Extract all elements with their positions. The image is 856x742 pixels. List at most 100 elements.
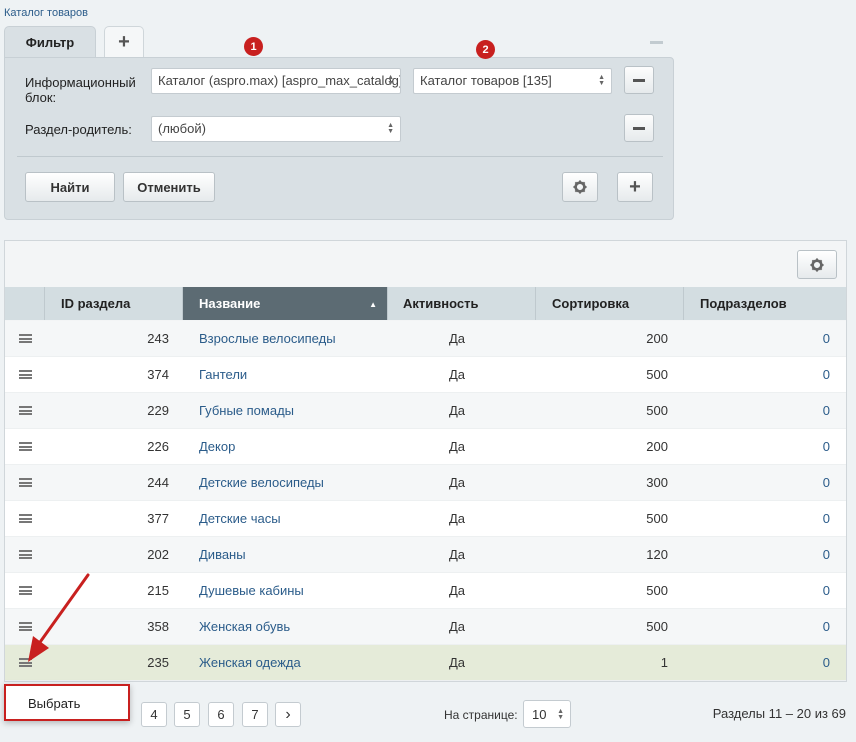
cell-id: 229 bbox=[147, 403, 169, 418]
cell-sort: 1 bbox=[660, 655, 668, 670]
cell-name-link[interactable]: Гантели bbox=[183, 357, 388, 393]
cell-name-link[interactable]: Душевые кабины bbox=[183, 573, 388, 609]
cell-name-link[interactable]: Декор bbox=[183, 429, 388, 465]
cell-active: Да bbox=[448, 439, 466, 454]
find-button[interactable]: Найти bbox=[25, 172, 115, 202]
row-menu-button[interactable] bbox=[5, 321, 45, 357]
hamburger-icon bbox=[18, 370, 32, 379]
cell-subsections-link[interactable]: 0 bbox=[684, 609, 846, 645]
cell-name-link[interactable]: Женская обувь bbox=[183, 609, 388, 645]
row-menu-button[interactable] bbox=[5, 393, 45, 429]
remove-field-button[interactable] bbox=[624, 66, 654, 94]
minus-icon bbox=[633, 126, 645, 130]
column-header-subsections[interactable]: Подразделов bbox=[684, 287, 846, 320]
table-row[interactable]: 226 Декор Да 200 0 bbox=[5, 429, 846, 465]
hamburger-icon bbox=[18, 622, 32, 631]
hamburger-icon bbox=[18, 586, 32, 595]
select-caret-icon: ▲ ▼ bbox=[387, 74, 394, 87]
table-row[interactable]: 229 Губные помады Да 500 0 bbox=[5, 393, 846, 429]
cell-subsections-link[interactable]: 0 bbox=[684, 645, 846, 681]
cell-id: 226 bbox=[147, 439, 169, 454]
cell-subsections-link[interactable]: 0 bbox=[684, 321, 846, 357]
add-field-button[interactable]: + bbox=[617, 172, 653, 202]
page-button[interactable]: 5 bbox=[174, 702, 200, 727]
page-button[interactable]: 7 bbox=[242, 702, 268, 727]
table-row[interactable]: 235 Женская одежда Да 1 0 bbox=[5, 645, 846, 681]
parent-section-select[interactable]: (любой) ▲ ▼ bbox=[151, 116, 401, 142]
table-row[interactable]: 244 Детские велосипеды Да 300 0 bbox=[5, 465, 846, 501]
cell-subsections-link[interactable]: 0 bbox=[684, 429, 846, 465]
column-header-name-label: Название bbox=[199, 296, 261, 311]
page-button[interactable]: 6 bbox=[208, 702, 234, 727]
cell-name-link[interactable]: Женская одежда bbox=[183, 645, 388, 681]
tab-filter[interactable]: Фильтр bbox=[4, 26, 96, 58]
column-header-active[interactable]: Активность bbox=[388, 287, 536, 320]
sort-asc-icon: ▲ bbox=[369, 300, 377, 309]
per-page-select[interactable]: 10 ▲ ▼ bbox=[523, 700, 571, 728]
remove-field-button[interactable] bbox=[624, 114, 654, 142]
breadcrumb[interactable]: Каталог товаров bbox=[4, 7, 88, 19]
select-caret-icon: ▲ ▼ bbox=[387, 122, 394, 135]
row-menu-button[interactable] bbox=[5, 645, 45, 681]
cell-sort: 500 bbox=[646, 583, 668, 598]
cell-sort: 500 bbox=[646, 511, 668, 526]
table-body: 243 Взрослые велосипеды Да 200 0 374 Гантели Да… bbox=[5, 321, 846, 681]
filter-panel: Информационный блок: Каталог (aspro.max)… bbox=[4, 57, 674, 220]
hamburger-icon bbox=[18, 550, 32, 559]
add-filter-tab-button[interactable]: + bbox=[104, 26, 144, 58]
row-menu-button[interactable] bbox=[5, 465, 45, 501]
row-menu-button[interactable] bbox=[5, 537, 45, 573]
column-header-name[interactable]: Название ▲ bbox=[183, 287, 388, 320]
cell-active: Да bbox=[448, 655, 466, 670]
cell-subsections-link[interactable]: 0 bbox=[684, 465, 846, 501]
table-row[interactable]: 202 Диваны Да 120 0 bbox=[5, 537, 846, 573]
cell-active: Да bbox=[448, 511, 466, 526]
cell-active: Да bbox=[448, 583, 466, 598]
cell-sort: 500 bbox=[646, 619, 668, 634]
cell-id: 243 bbox=[147, 331, 169, 346]
select-caret-icon: ▲ ▼ bbox=[598, 74, 605, 87]
cell-name-link[interactable]: Детские велосипеды bbox=[183, 465, 388, 501]
per-page-label: На странице: bbox=[444, 708, 518, 722]
cell-subsections-link[interactable]: 0 bbox=[684, 357, 846, 393]
table-header: ID раздела Название ▲ Активность Сортиро… bbox=[5, 287, 846, 320]
filter-divider bbox=[17, 156, 663, 157]
cell-subsections-link[interactable]: 0 bbox=[684, 501, 846, 537]
cell-name-link[interactable]: Губные помады bbox=[183, 393, 388, 429]
cell-sort: 300 bbox=[646, 475, 668, 490]
cell-subsections-link[interactable]: 0 bbox=[684, 393, 846, 429]
table-row[interactable]: 358 Женская обувь Да 500 0 bbox=[5, 609, 846, 645]
menu-item-select[interactable]: Выбрать bbox=[28, 696, 80, 711]
column-header-sort[interactable]: Сортировка bbox=[536, 287, 684, 320]
cell-id: 202 bbox=[147, 547, 169, 562]
row-menu-button[interactable] bbox=[5, 501, 45, 537]
row-menu-button[interactable] bbox=[5, 573, 45, 609]
cell-name-link[interactable]: Взрослые велосипеды bbox=[183, 321, 388, 357]
table-row[interactable]: 374 Гантели Да 500 0 bbox=[5, 357, 846, 393]
iblock-select[interactable]: Каталог товаров [135] ▲ ▼ bbox=[413, 68, 612, 94]
next-page-button[interactable]: › bbox=[275, 702, 301, 727]
row-menu-button[interactable] bbox=[5, 609, 45, 645]
cell-name-link[interactable]: Детские часы bbox=[183, 501, 388, 537]
table-row[interactable]: 215 Душевые кабины Да 500 0 bbox=[5, 573, 846, 609]
cell-active: Да bbox=[448, 403, 466, 418]
parent-section-label: Раздел-родитель: bbox=[25, 122, 132, 137]
cell-name-link[interactable]: Диваны bbox=[183, 537, 388, 573]
hamburger-icon bbox=[18, 406, 32, 415]
cell-subsections-link[interactable]: 0 bbox=[684, 537, 846, 573]
cell-active: Да bbox=[448, 619, 466, 634]
page-button[interactable]: 4 bbox=[141, 702, 167, 727]
iblock-type-select[interactable]: Каталог (aspro.max) [aspro_max_catalog] … bbox=[151, 68, 401, 94]
collapse-filter-icon[interactable] bbox=[650, 41, 663, 44]
row-menu-button[interactable] bbox=[5, 429, 45, 465]
table-row[interactable]: 243 Взрослые велосипеды Да 200 0 bbox=[5, 321, 846, 357]
cell-id: 215 bbox=[147, 583, 169, 598]
cell-sort: 200 bbox=[646, 439, 668, 454]
filter-settings-button[interactable] bbox=[562, 172, 598, 202]
cell-subsections-link[interactable]: 0 bbox=[684, 573, 846, 609]
row-menu-button[interactable] bbox=[5, 357, 45, 393]
table-row[interactable]: 377 Детские часы Да 500 0 bbox=[5, 501, 846, 537]
cancel-button[interactable]: Отменить bbox=[123, 172, 215, 202]
column-header-id[interactable]: ID раздела bbox=[45, 287, 183, 320]
grid-settings-button[interactable] bbox=[797, 250, 837, 279]
